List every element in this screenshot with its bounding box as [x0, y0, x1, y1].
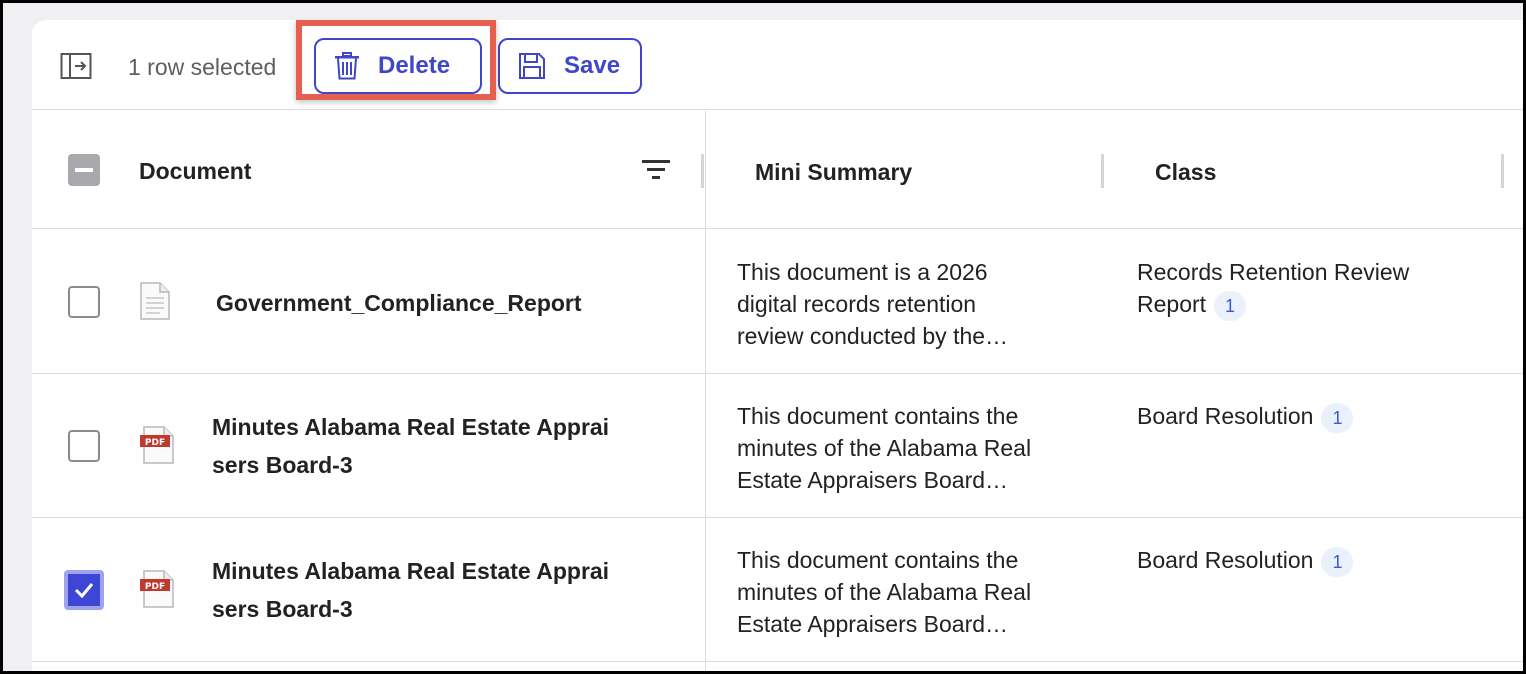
select-all-checkbox[interactable] [68, 154, 100, 186]
class-cell: Board Resolution 1 [1137, 544, 1467, 577]
column-resize-handle[interactable] [1501, 154, 1504, 188]
row-checkbox[interactable] [68, 286, 100, 318]
pdf-label: PDF [145, 582, 165, 592]
column-resize-handle[interactable] [701, 154, 704, 188]
pdf-label: PDF [145, 438, 165, 448]
row-checkbox[interactable] [64, 570, 104, 610]
class-label: Records Retention Review Report [1137, 259, 1410, 317]
sidebar-toggle-icon[interactable] [60, 52, 92, 80]
column-header-class[interactable]: Class [1155, 159, 1216, 186]
generic-document-icon [140, 282, 170, 325]
summary-line: Estate Appraisers Board… [737, 467, 1009, 493]
pdf-icon: PDF [140, 426, 178, 469]
class-label: Board Resolution [1137, 547, 1314, 573]
highlight-box [296, 20, 496, 100]
mini-summary: This document contains the minutes of th… [737, 544, 1077, 640]
summary-line: review conducted by the… [737, 323, 1009, 349]
selection-count: 1 row selected [128, 54, 277, 80]
summary-line: This document is a 2026 [737, 259, 988, 285]
column-resize-handle[interactable] [1101, 154, 1104, 188]
summary-line: digital records retention [737, 291, 977, 317]
row-checkbox[interactable] [68, 430, 100, 462]
document-name[interactable]: Minutes Alabama Real Estate Apprai sers … [212, 408, 652, 484]
save-button[interactable]: Save [498, 38, 642, 94]
checkmark-icon [74, 583, 94, 599]
document-name[interactable]: Minutes Alabama Real Estate Apprai sers … [212, 552, 652, 628]
class-cell: Records Retention Review Report 1 [1137, 256, 1437, 321]
class-count-badge[interactable]: 1 [1321, 402, 1354, 433]
documents-panel: 1 row selected Delete Save Document Mini… [32, 20, 1523, 671]
app-window: 1 row selected Delete Save Document Mini… [3, 3, 1523, 671]
class-label: Board Resolution [1137, 403, 1314, 429]
summary-line: Estate Appraisers Board… [737, 611, 1009, 637]
table-row[interactable]: Government_Compliance_Report This docume… [32, 230, 1523, 374]
summary-line: minutes of the Alabama Real [737, 435, 1032, 461]
save-button-label: Save [564, 52, 621, 79]
summary-line: This document contains the [737, 403, 1019, 429]
column-header-mini-summary[interactable]: Mini Summary [755, 159, 912, 186]
filter-icon[interactable] [642, 158, 670, 187]
class-cell: Board Resolution 1 [1137, 400, 1467, 433]
class-count-badge[interactable]: 1 [1214, 290, 1247, 321]
mini-summary: This document is a 2026 digital records … [737, 256, 1077, 352]
table-row[interactable]: PDF Minutes Alabama Real Estate Apprai s… [32, 374, 1523, 518]
column-header-document[interactable]: Document [139, 158, 251, 185]
summary-line: minutes of the Alabama Real [737, 579, 1032, 605]
class-count-badge[interactable]: 1 [1321, 546, 1354, 577]
pdf-icon: PDF [140, 570, 178, 613]
summary-line: This document contains the [737, 547, 1019, 573]
document-name[interactable]: Government_Compliance_Report [212, 284, 652, 322]
floppy-disk-icon [519, 53, 545, 79]
table-row[interactable]: PDF Minutes Alabama Real Estate Apprai s… [32, 518, 1523, 662]
mini-summary: This document contains the minutes of th… [737, 400, 1077, 496]
